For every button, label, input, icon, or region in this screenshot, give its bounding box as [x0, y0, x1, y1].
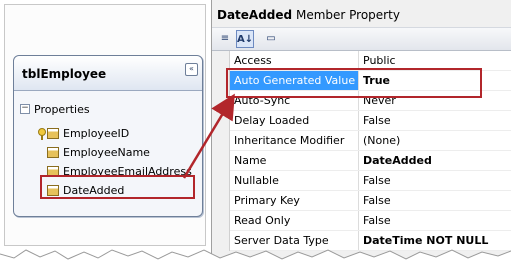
callout-arrow	[182, 93, 235, 179]
torn-edge	[0, 249, 511, 266]
